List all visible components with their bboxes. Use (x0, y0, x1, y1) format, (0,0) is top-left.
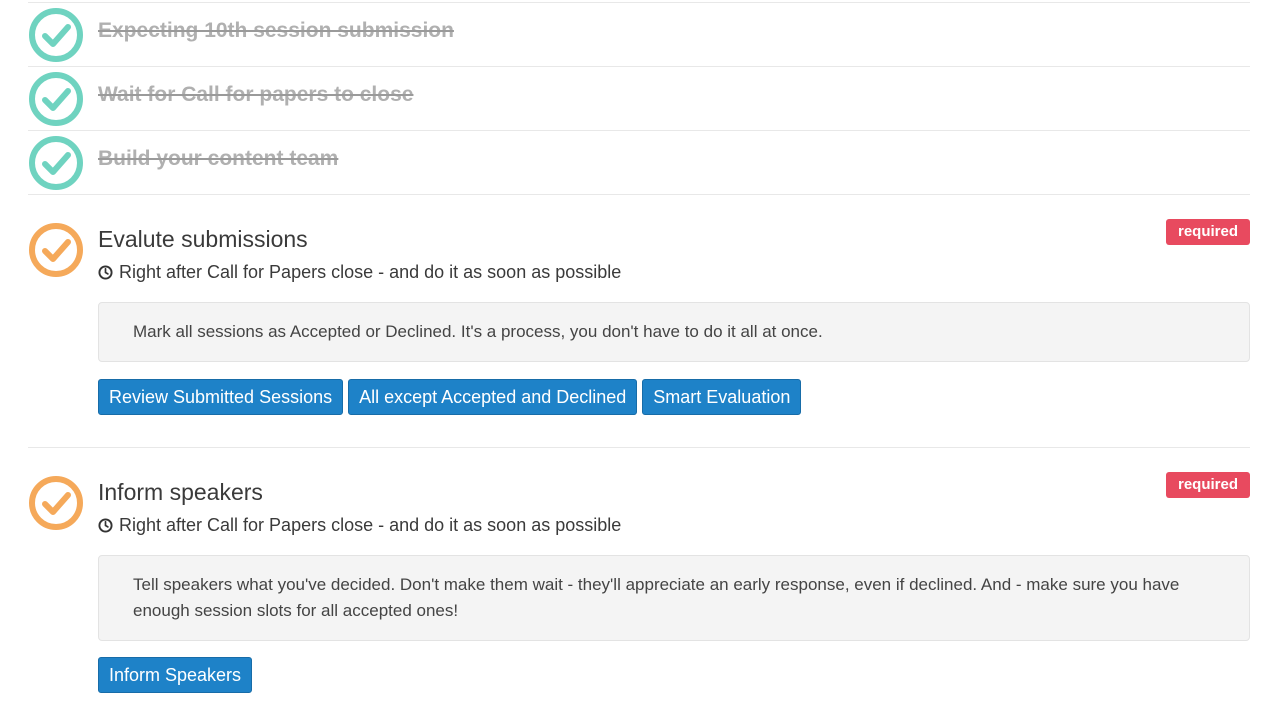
task-title: Evalute submissions (98, 226, 308, 252)
task-timing-text: Right after Call for Papers close - and … (119, 262, 622, 282)
task-evaluate-submissions: Evalute submissions required Right after… (28, 194, 1250, 448)
completed-step: Wait for Call for papers to close (28, 66, 1250, 130)
checklist-page: Expecting 10th session submission Wait f… (0, 0, 1280, 720)
task-timing-text: Right after Call for Papers close - and … (119, 515, 622, 535)
task-timing: Right after Call for Papers close - and … (98, 262, 621, 283)
completed-step-title: Wait for Call for papers to close (98, 83, 414, 106)
all-except-accepted-declined-button[interactable]: All except Accepted and Declined (348, 379, 638, 415)
required-badge: required (1165, 219, 1250, 245)
task-note: Mark all sessions as Accepted or Decline… (98, 302, 1250, 362)
check-circle-icon (29, 8, 83, 62)
smart-evaluation-button[interactable]: Smart Evaluation (642, 379, 802, 415)
check-circle-icon (29, 476, 83, 530)
check-circle-icon (29, 72, 83, 126)
check-circle-icon (29, 136, 83, 190)
task-title: Inform speakers (98, 479, 263, 505)
check-circle-icon (29, 223, 83, 277)
clock-icon (98, 518, 113, 533)
task-note: Tell speakers what you've decided. Don't… (98, 555, 1250, 641)
task-actions: Inform Speakers (98, 657, 253, 693)
review-submitted-sessions-button[interactable]: Review Submitted Sessions (98, 379, 344, 415)
completed-step-title: Build your content team (98, 147, 339, 170)
task-inform-speakers: Inform speakers required Right after Cal… (28, 447, 1250, 720)
task-timing: Right after Call for Papers close - and … (98, 515, 621, 536)
inform-speakers-button[interactable]: Inform Speakers (98, 657, 253, 693)
required-badge: required (1165, 472, 1250, 498)
completed-step: Expecting 10th session submission (28, 2, 1250, 66)
completed-step-title: Expecting 10th session submission (98, 19, 454, 42)
task-actions: Review Submitted Sessions All except Acc… (98, 379, 802, 415)
completed-step: Build your content team (28, 130, 1250, 194)
clock-icon (98, 265, 113, 280)
